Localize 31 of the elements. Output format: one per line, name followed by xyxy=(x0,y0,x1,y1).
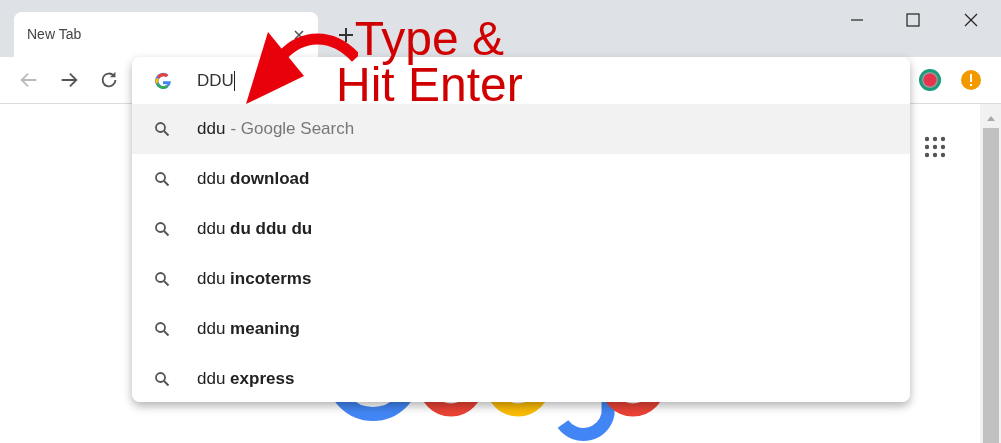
suggestion-item[interactable]: ddu download xyxy=(132,154,910,204)
omnibox-input[interactable]: DDU xyxy=(197,67,235,94)
search-icon xyxy=(154,371,170,387)
apps-icon[interactable] xyxy=(924,136,946,158)
suggestion-text: ddu download xyxy=(197,168,310,191)
suggestion-detail: - Google Search xyxy=(230,118,355,141)
suggestion-item[interactable]: ddu meaning xyxy=(132,304,910,354)
warning-icon[interactable] xyxy=(960,69,982,91)
tab-close-icon[interactable] xyxy=(294,29,304,40)
suggestion-text: ddu express xyxy=(197,368,295,391)
suggestion-item[interactable]: ddu du ddu du xyxy=(132,204,910,254)
browser-tab[interactable]: New Tab xyxy=(14,12,318,57)
suggestion-text: ddu meaning xyxy=(197,318,300,341)
suggestion-text: ddu incoterms xyxy=(197,268,312,291)
suggestion-item[interactable]: ddu - Google Search xyxy=(132,104,910,154)
new-tab-button[interactable] xyxy=(336,25,356,45)
scrollbar[interactable] xyxy=(980,104,1001,443)
google-icon xyxy=(154,71,172,90)
search-icon xyxy=(154,271,170,287)
suggestion-item[interactable]: ddu incoterms xyxy=(132,254,910,304)
search-icon xyxy=(154,321,170,337)
search-icon xyxy=(154,121,170,137)
extension-icon[interactable] xyxy=(918,68,942,92)
suggestion-text: ddu du ddu du xyxy=(197,218,313,241)
suggestion-text: ddu xyxy=(197,118,226,141)
tab-title: New Tab xyxy=(27,25,83,44)
suggestion-item[interactable]: ddu express xyxy=(132,354,910,402)
close-icon[interactable] xyxy=(964,13,978,27)
search-icon xyxy=(154,171,170,187)
maximize-icon[interactable] xyxy=(906,13,920,27)
search-icon xyxy=(154,221,170,237)
